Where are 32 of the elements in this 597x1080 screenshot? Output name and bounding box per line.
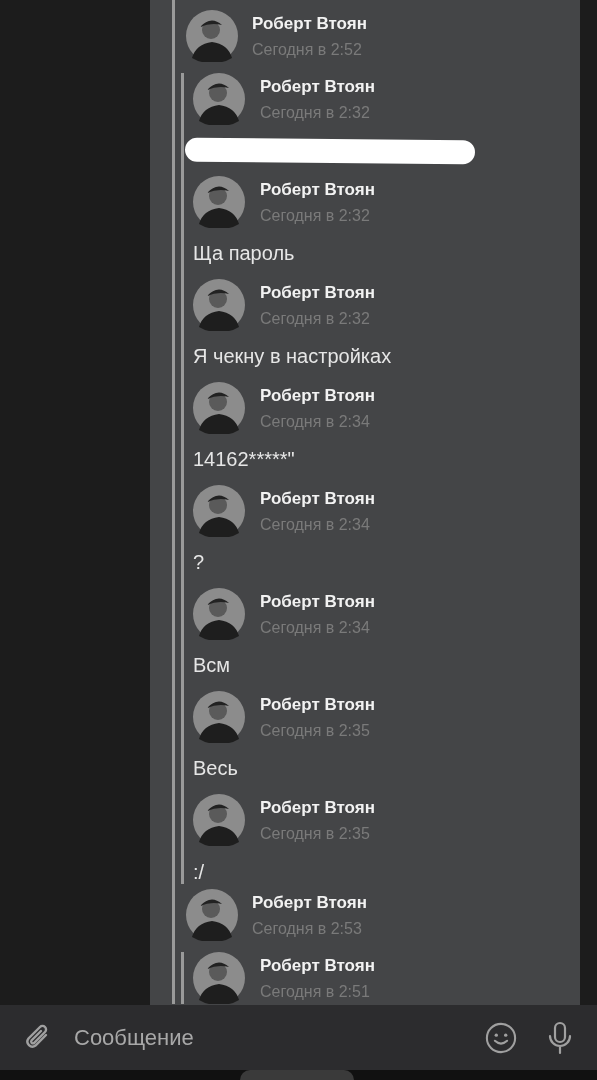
- message-text: Ща пароль: [193, 241, 296, 266]
- message-text: Весь: [193, 756, 239, 781]
- message-field[interactable]: Сообщение: [0, 1005, 597, 1070]
- author-name: Роберт Втоян: [260, 797, 375, 818]
- author-name: Роберт Втоян: [252, 892, 367, 913]
- author-name: Роберт Втоян: [260, 385, 375, 406]
- author-name: Роберт Втоян: [260, 591, 375, 612]
- message-text: Всм: [193, 653, 232, 678]
- author-name: Роберт Втоян: [252, 13, 367, 34]
- avatar: [186, 889, 238, 941]
- message-text: 14162*****": [193, 447, 296, 472]
- avatar: [193, 691, 245, 743]
- avatar: [193, 279, 245, 331]
- message-text: ?: [193, 550, 206, 575]
- avatar: [193, 382, 245, 434]
- emoji-icon[interactable]: [485, 1021, 517, 1054]
- author-name: Роберт Втоян: [260, 282, 375, 303]
- avatar: [193, 794, 245, 846]
- avatar: [193, 588, 245, 640]
- avatar: [186, 10, 238, 62]
- message-input[interactable]: Сообщение: [74, 1017, 485, 1058]
- avatar: [193, 952, 245, 1004]
- avatar: [193, 176, 245, 228]
- author-name: Роберт Втоян: [260, 955, 375, 976]
- author-name: Роберт Втоян: [260, 694, 375, 715]
- message-text: :/: [193, 860, 206, 884]
- author-name: Роберт Втоян: [260, 179, 375, 200]
- avatar: [193, 73, 245, 125]
- message-text: Я чекну в настройках: [193, 344, 393, 369]
- author-name: Роберт Втоян: [260, 76, 375, 97]
- author-name: Роберт Втоян: [260, 488, 375, 509]
- avatar: [193, 485, 245, 537]
